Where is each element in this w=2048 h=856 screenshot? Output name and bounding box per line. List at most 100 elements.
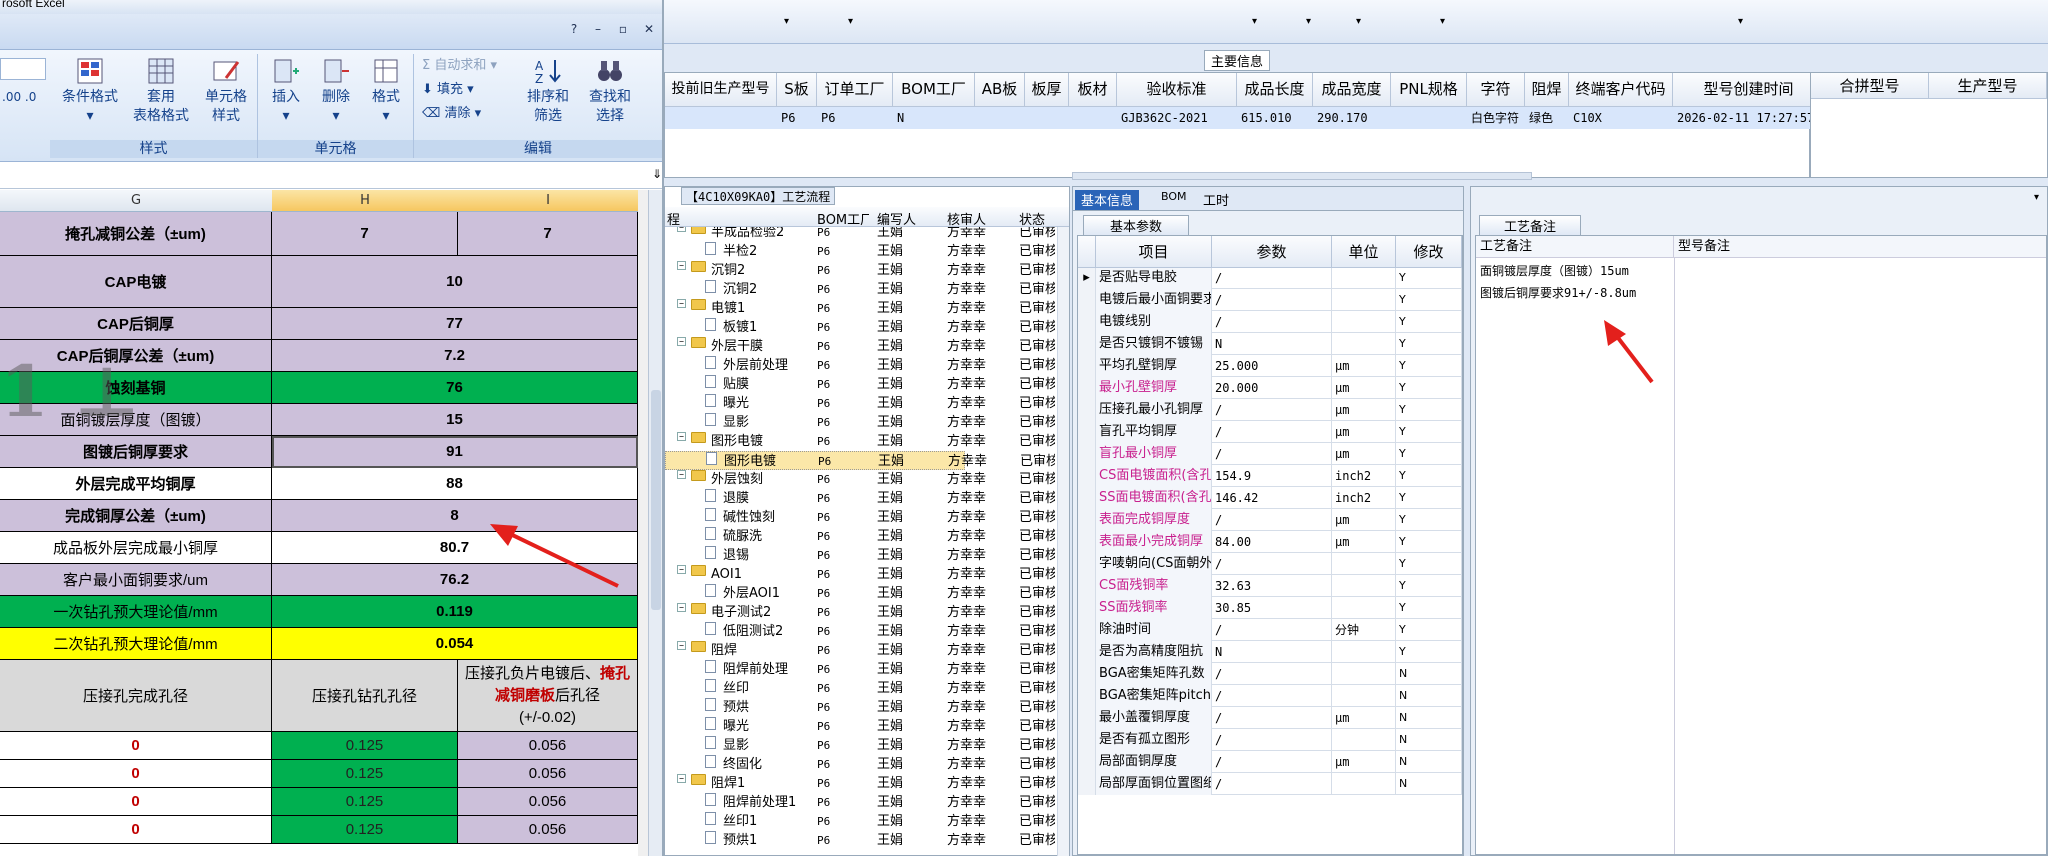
tree-expand-icon[interactable]: − — [677, 432, 686, 441]
param-row[interactable]: 是否为高精度阻抗 N Y — [1078, 641, 1462, 663]
main-info-col-header[interactable]: 字符 — [1467, 73, 1525, 107]
subheader-g[interactable]: 压接孔完成孔径 — [0, 660, 272, 732]
flow-tree-row[interactable]: − 外层蚀刻 P6 王娟 方幸幸 已审核 — [665, 470, 1055, 489]
flow-tree-row[interactable]: − 外层干膜 P6 王娟 方幸幸 已审核 — [665, 337, 1055, 356]
sheet-label-cell[interactable]: CAP电镀 — [0, 256, 272, 308]
flow-tree-row[interactable]: 板镀1 P6 王娟 方幸幸 已审核 — [665, 318, 1055, 337]
flow-col-header[interactable]: 程 — [667, 209, 817, 228]
tree-expand-icon[interactable]: − — [677, 227, 686, 232]
flow-col-header[interactable]: 编写人 — [877, 209, 937, 228]
param-row[interactable]: CS面电镀面积(含孔) 154.9 inch2 Y — [1078, 465, 1462, 487]
main-info-col-header[interactable]: 终端客户代码 — [1569, 73, 1673, 107]
subheader-i[interactable]: 压接孔负片电镀后、掩孔 减铜磨板后孔径 (+/-0.02) — [458, 660, 638, 732]
param-row[interactable]: 是否只镀铜不镀锡 N Y — [1078, 333, 1462, 355]
main-info-cell[interactable] — [665, 107, 777, 129]
delete-button[interactable]: 删除 ▾ — [312, 56, 360, 126]
param-row[interactable]: 是否有孤立图形 / N — [1078, 729, 1462, 751]
flow-tree-row[interactable]: − AOI1 P6 王娟 方幸幸 已审核 — [665, 565, 1055, 584]
param-row[interactable]: 盲孔最小铜厚 / μm Y — [1078, 443, 1462, 465]
main-info-col-header[interactable]: 投前旧生产型号 — [665, 73, 777, 107]
main-info-col-header[interactable]: 订单工厂 — [817, 73, 893, 107]
param-row[interactable]: 电镀后最小面铜要求 / Y — [1078, 289, 1462, 311]
main-info-col-header[interactable]: 板材 — [1069, 73, 1117, 107]
params-col-header[interactable]: 单位 — [1332, 236, 1396, 268]
minimize-icon[interactable]: – — [589, 20, 607, 38]
data-cell-h[interactable]: 0.125 — [272, 732, 458, 760]
flow-tree-row[interactable]: 硫脲洗 P6 王娟 方幸幸 已审核 — [665, 527, 1055, 546]
flow-tree-row[interactable]: 阻焊前处理 P6 王娟 方幸幸 已审核 — [665, 660, 1055, 679]
param-row[interactable]: 盲孔平均铜厚 / μm Y — [1078, 421, 1462, 443]
flow-tree-row[interactable]: − 电子测试2 P6 王娟 方幸幸 已审核 — [665, 603, 1055, 622]
param-row[interactable]: 最小盖覆铜厚度 / μm N — [1078, 707, 1462, 729]
param-row[interactable]: ▸ 是否贴导电胶 / Y — [1078, 268, 1462, 289]
main-info-col-header[interactable]: 成品宽度 — [1313, 73, 1391, 107]
sheet-value-cell[interactable]: 80.7 — [272, 532, 638, 564]
dropdown-arrow-icon[interactable]: ▾ — [1252, 16, 1257, 27]
flow-tree-row[interactable]: 曝光 P6 王娟 方幸幸 已审核 — [665, 717, 1055, 736]
flow-tree-row[interactable]: − 阻焊 P6 王娟 方幸幸 已审核 — [665, 641, 1055, 660]
tree-expand-icon[interactable]: − — [677, 603, 686, 612]
param-row[interactable]: 局部厚面铜位置图纸 / N — [1078, 773, 1462, 795]
data-cell-g[interactable]: 0 — [0, 732, 272, 760]
main-info-col-header[interactable]: AB板 — [975, 73, 1025, 107]
sheet-label-cell[interactable]: 成品板外层完成最小铜厚 — [0, 532, 272, 564]
main-info-hscrollbar[interactable] — [1072, 172, 1532, 180]
flow-tree-row[interactable]: 退锡 P6 王娟 方幸幸 已审核 — [665, 546, 1055, 565]
flow-tree-row[interactable]: 曝光 P6 王娟 方幸幸 已审核 — [665, 394, 1055, 413]
param-row[interactable]: 字唛朝向(CS面朝外) / Y — [1078, 553, 1462, 575]
main-info-cell[interactable]: C10X — [1569, 107, 1673, 129]
find-select-button[interactable]: 查找和 选择 — [580, 56, 640, 126]
data-cell-g[interactable]: 0 — [0, 816, 272, 844]
flow-tree-row[interactable]: − 图形电镀 P6 王娟 方幸幸 已审核 — [665, 432, 1055, 451]
main-info-cell[interactable]: P6 — [777, 107, 817, 129]
sheet-label-cell[interactable]: 二次钻孔预大理论值/mm — [0, 628, 272, 660]
sheet-value-cell[interactable]: 0.054 — [272, 628, 638, 660]
sheet-value-cell[interactable]: 76 — [272, 372, 638, 404]
help-icon[interactable]: ? — [565, 20, 583, 38]
excel-vertical-scrollbar[interactable] — [648, 190, 662, 856]
param-row[interactable]: 表面最小完成铜厚 84.00 μm Y — [1078, 531, 1462, 553]
dropdown-arrow-icon[interactable]: ▾ — [848, 16, 853, 27]
dropdown-arrow-icon[interactable]: ▾ — [784, 16, 789, 27]
clear-button[interactable]: ⌫ 清除 ▾ — [422, 104, 481, 124]
flow-tree-row[interactable]: 预烘1 P6 王娟 方幸幸 已审核 — [665, 831, 1055, 850]
dropdown-arrow-icon[interactable]: ▾ — [1356, 16, 1361, 27]
data-cell-h[interactable]: 0.125 — [272, 760, 458, 788]
flow-tree-row[interactable]: 显影 P6 王娟 方幸幸 已审核 — [665, 736, 1055, 755]
param-row[interactable]: SS面残铜率 30.85 Y — [1078, 597, 1462, 619]
param-row[interactable]: SS面电镀面积(含孔) 146.42 inch2 Y — [1078, 487, 1462, 509]
remarks-col-header[interactable]: 工艺备注 — [1476, 236, 1674, 258]
flow-tree-row[interactable]: − 电镀1 P6 王娟 方幸幸 已审核 — [665, 299, 1055, 318]
data-cell-h[interactable]: 0.125 — [272, 816, 458, 844]
main-info-col-header[interactable]: 板厚 — [1025, 73, 1069, 107]
param-row[interactable]: BGA密集矩阵孔数 / N — [1078, 663, 1462, 685]
param-row[interactable]: 电镀线别 / Y — [1078, 311, 1462, 333]
flow-tree-row[interactable]: 外层前处理 P6 王娟 方幸幸 已审核 — [665, 356, 1055, 375]
data-cell-i[interactable]: 0.056 — [458, 760, 638, 788]
main-info-col-header[interactable]: 验收标准 — [1117, 73, 1237, 107]
sheet-label-cell[interactable]: 图镀后铜厚要求 — [0, 436, 272, 468]
flow-tree-row[interactable]: 终固化 P6 王娟 方幸幸 已审核 — [665, 755, 1055, 774]
param-row[interactable]: BGA密集矩阵pitch / N — [1078, 685, 1462, 707]
tree-expand-icon[interactable]: − — [677, 565, 686, 574]
flow-tree-row[interactable]: 贴膜 P6 王娟 方幸幸 已审核 — [665, 375, 1055, 394]
main-info-col-header[interactable]: 成品长度 — [1237, 73, 1313, 107]
main-info-cell[interactable]: N — [893, 107, 975, 129]
flow-tree-row[interactable]: − 沉铜2 P6 王娟 方幸幸 已审核 — [665, 261, 1055, 280]
main-info-col-header[interactable]: S板 — [777, 73, 817, 107]
main-info-col-header[interactable]: PNL规格 — [1391, 73, 1467, 107]
conditional-format-button[interactable]: 条件格式 ▾ — [54, 56, 126, 126]
flow-tree-row[interactable]: 预烘 P6 王娟 方幸幸 已审核 — [665, 698, 1055, 717]
param-row[interactable]: 平均孔壁铜厚 25.000 μm Y — [1078, 355, 1462, 377]
sheet-value-cell[interactable]: 7 — [458, 212, 638, 256]
flow-tree-row[interactable]: 外层AOI1 P6 王娟 方幸幸 已审核 — [665, 584, 1055, 603]
dropdown-arrow-icon[interactable]: ▾ — [1306, 16, 1311, 27]
data-cell-i[interactable]: 0.056 — [458, 788, 638, 816]
sheet-value-cell[interactable]: 91 — [272, 436, 638, 468]
main-info-cell[interactable] — [1025, 107, 1069, 129]
sheet-value-cell[interactable]: 0.119 — [272, 596, 638, 628]
fill-button[interactable]: ⬇ 填充 ▾ — [422, 80, 474, 100]
flow-tree-row[interactable]: 图形电镀 P6 王娟 方幸幸 已审核 — [665, 451, 1055, 470]
dropdown-arrow-icon[interactable]: ▾ — [1440, 16, 1445, 27]
sheet-label-cell[interactable]: 掩孔减铜公差（±um) — [0, 212, 272, 256]
